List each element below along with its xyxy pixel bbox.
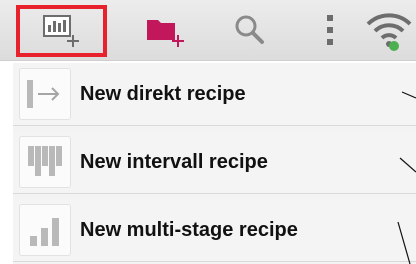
menu-item-new-intervall-recipe[interactable]: New intervall recipe	[13, 131, 416, 194]
overflow-menu-button[interactable]	[316, 6, 344, 54]
menu-item-new-direkt-recipe[interactable]: New direkt recipe	[13, 63, 416, 126]
overflow-menu-icon	[325, 12, 335, 48]
highlight-box	[16, 5, 107, 57]
interval-recipe-icon	[19, 136, 71, 188]
wifi-status	[362, 6, 416, 54]
search-button[interactable]	[226, 6, 274, 54]
new-folder-button[interactable]	[138, 6, 190, 54]
menu-item-new-multi-stage-recipe[interactable]: New multi-stage recipe	[13, 199, 416, 262]
search-icon	[230, 10, 270, 50]
toolbar	[0, 0, 416, 61]
menu-item-label: New intervall recipe	[80, 150, 268, 173]
wifi-icon	[362, 6, 416, 54]
multi-stage-recipe-icon	[19, 204, 71, 256]
new-folder-icon	[141, 10, 187, 50]
menu-item-label: New multi-stage recipe	[80, 218, 298, 241]
direct-recipe-icon	[19, 68, 71, 120]
menu-item-label: New direkt recipe	[80, 82, 246, 105]
new-recipe-menu: New direkt recipe New intervall recipe N…	[13, 63, 416, 264]
